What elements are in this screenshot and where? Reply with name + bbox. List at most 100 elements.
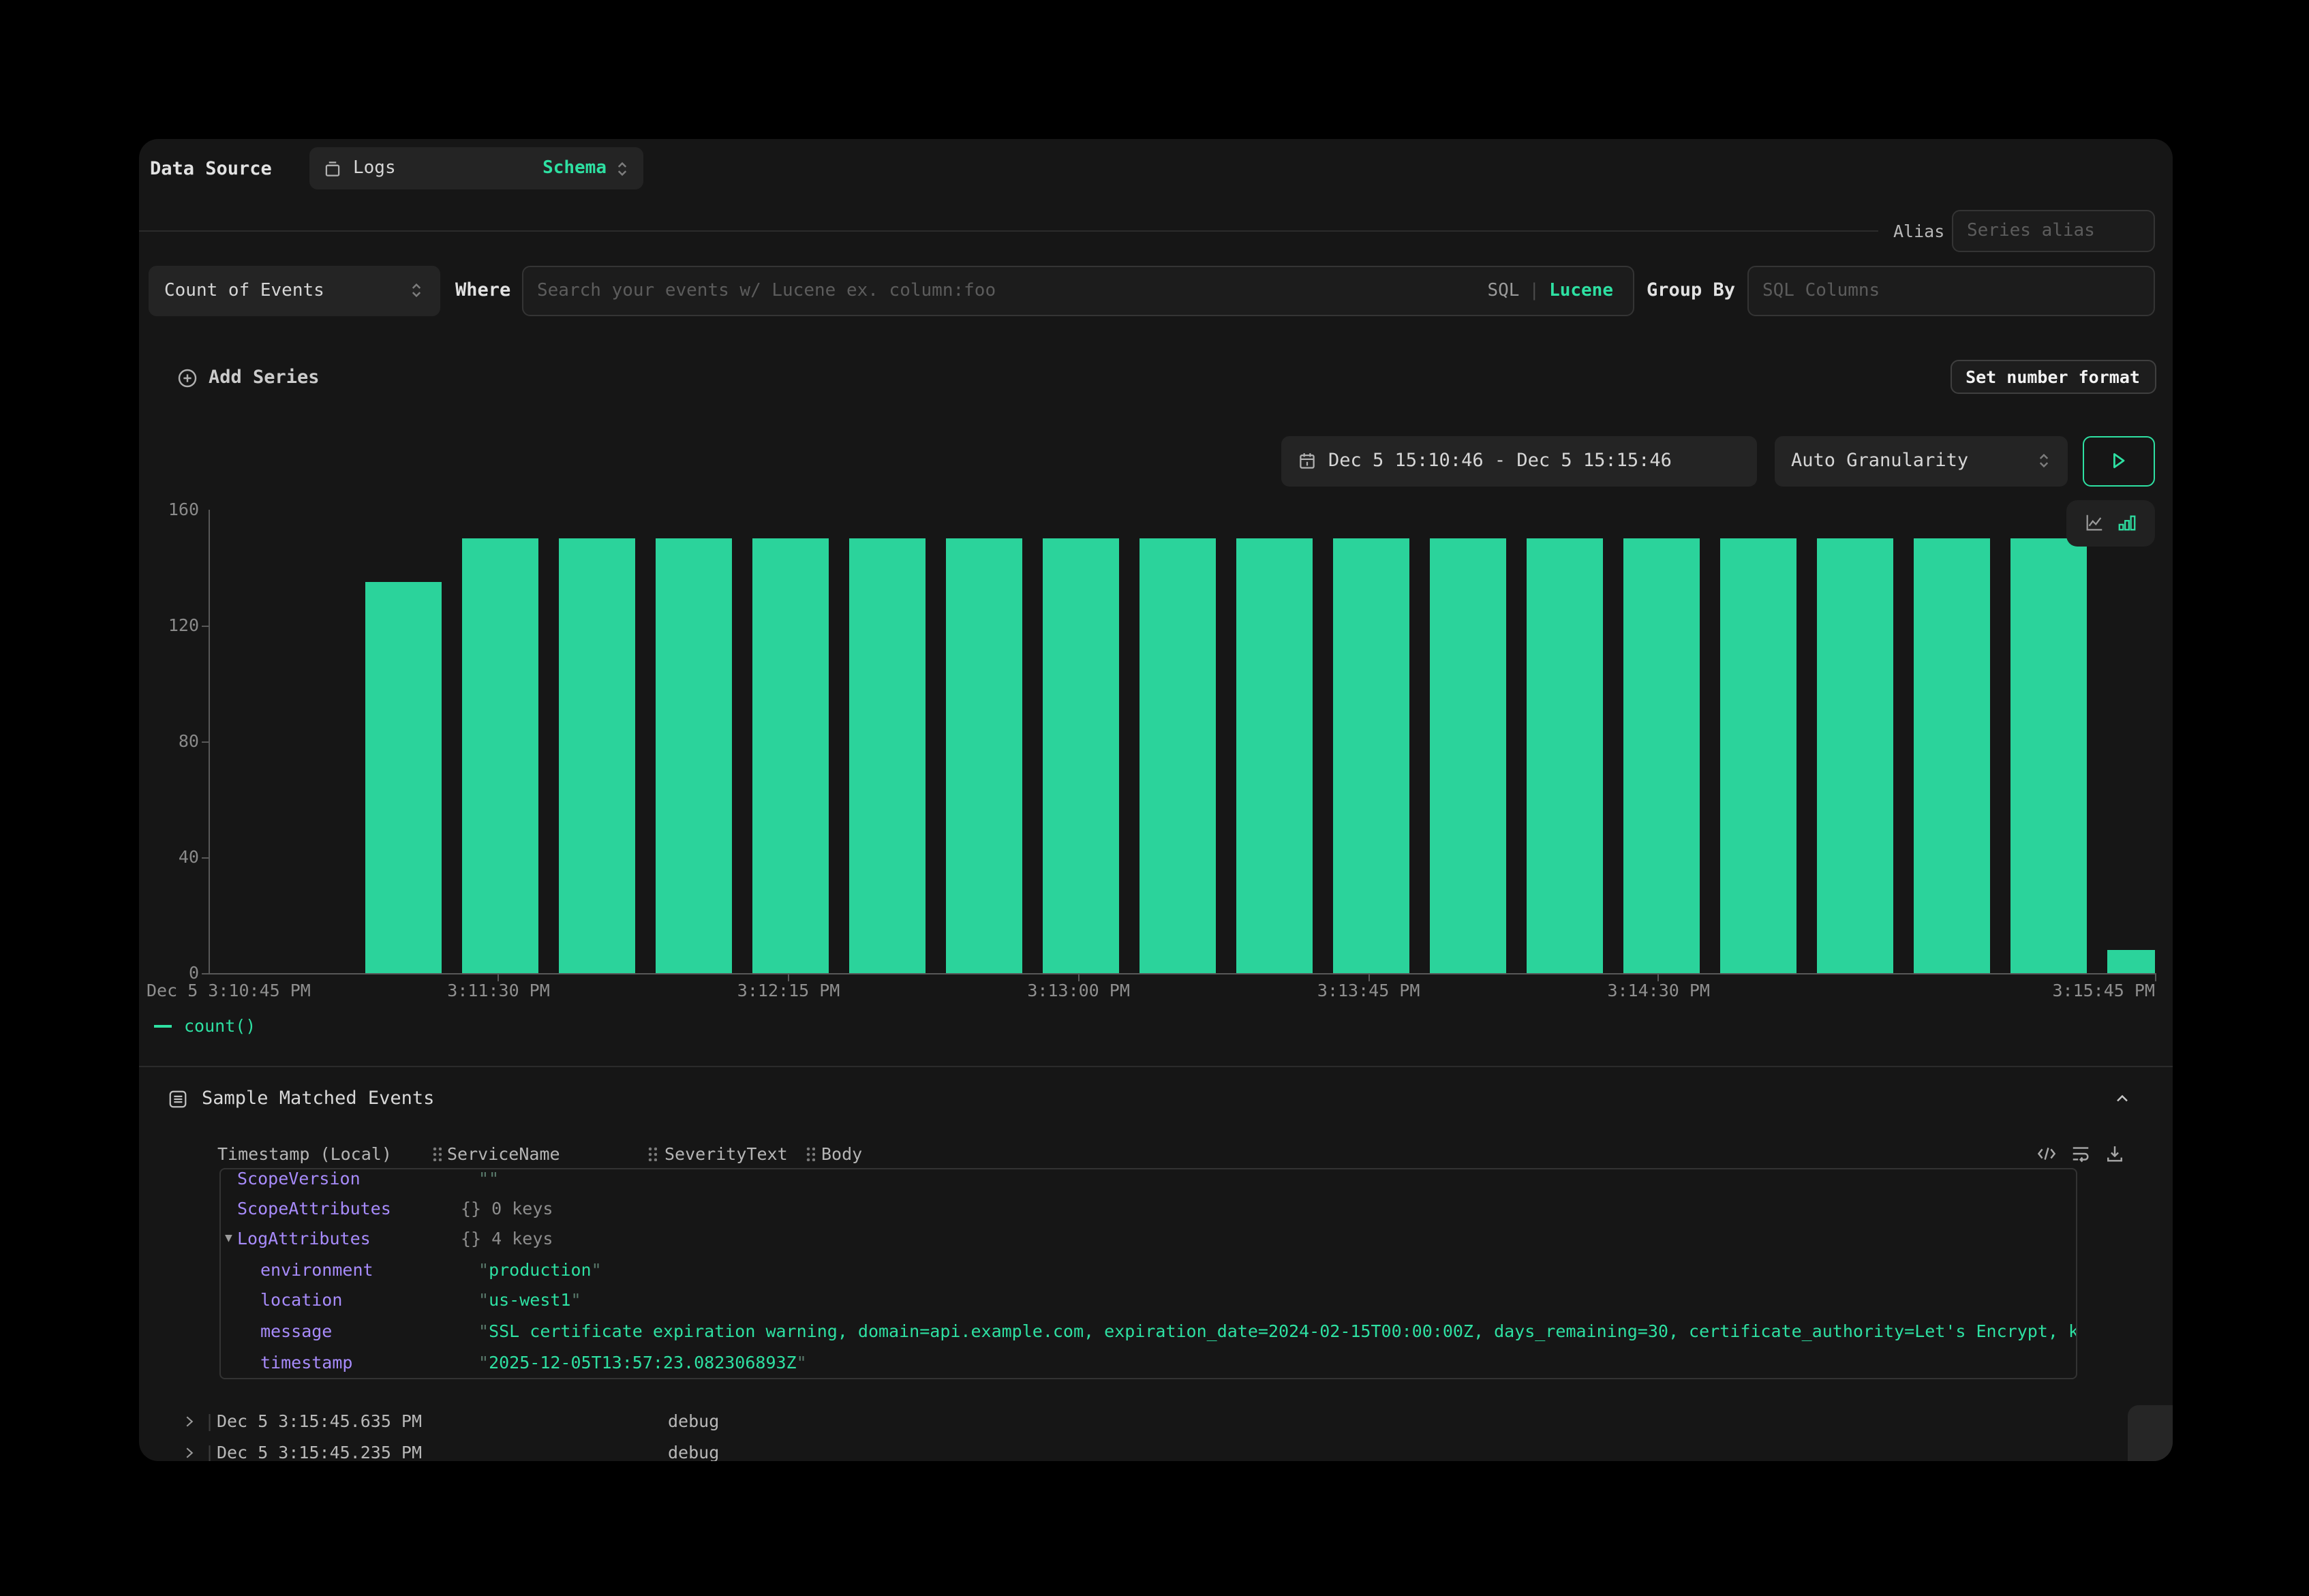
detail-value: {} 0 keys (461, 1195, 553, 1222)
alias-label: Alias (1893, 221, 1944, 241)
y-tick-label: 120 (139, 615, 199, 636)
lucene-toggle[interactable]: Lucene (1549, 280, 1613, 301)
scrollbar-thumb[interactable] (2128, 1405, 2173, 1461)
add-series-button[interactable]: Add Series (177, 367, 320, 388)
x-tick-label: 3:13:00 PM (1027, 980, 1130, 1002)
chart-type-toggle (2066, 500, 2155, 546)
chart-bar[interactable] (1042, 538, 1118, 973)
set-number-format-button[interactable]: Set number format (1950, 360, 2156, 394)
y-tick-label: 80 (139, 731, 199, 752)
list-icon (168, 1089, 188, 1109)
granularity-value: Auto Granularity (1791, 450, 1968, 472)
line-chart-icon[interactable] (2084, 513, 2105, 534)
detail-row: ScopeVersion "" (221, 1168, 2076, 1192)
main-panel: Data Source Logs Schema Alias Count of E… (139, 139, 2173, 1461)
drag-grip-icon[interactable] (432, 1146, 442, 1161)
granularity-select[interactable]: Auto Granularity (1775, 435, 2068, 486)
event-timestamp: Dec 5 3:15:45.635 PM (217, 1408, 422, 1435)
legend-label: count() (184, 1015, 256, 1036)
chart-bar[interactable] (848, 538, 925, 973)
event-row[interactable]: | Dec 5 3:15:45.235 PM debug (139, 1439, 2173, 1461)
detail-row: message "SSL certificate expiration warn… (221, 1317, 2076, 1345)
column-header-severitytext[interactable]: SeverityText (664, 1144, 788, 1164)
sql-toggle[interactable]: SQL (1487, 280, 1519, 301)
x-tick-label: 3:15:45 PM (2052, 980, 2155, 1002)
detail-row: location "us-west1" (221, 1287, 2076, 1314)
chart-bar[interactable] (2010, 538, 2086, 973)
chart-bar[interactable] (365, 582, 441, 973)
detail-key: ScopeAttributes (237, 1195, 391, 1222)
y-tick-label: 40 (139, 846, 199, 868)
event-row[interactable]: | Dec 5 3:15:45.635 PM debug (139, 1408, 2173, 1435)
detail-value: "2025-12-05T13:57:23.082306893Z" (478, 1349, 807, 1376)
drag-grip-icon[interactable] (647, 1146, 657, 1161)
search-input-box: SQL | Lucene (522, 265, 1634, 316)
detail-row: ScopeAttributes {} 0 keys (221, 1195, 2076, 1222)
detail-row: environment "production" (221, 1256, 2076, 1283)
chart-bar[interactable] (1236, 538, 1312, 973)
column-header-servicename[interactable]: ServiceName (447, 1144, 560, 1164)
chart-bar[interactable] (1816, 538, 1893, 973)
group-by-input-box (1747, 265, 2155, 316)
plus-circle-icon (177, 367, 198, 388)
chart-bars[interactable] (209, 510, 2155, 973)
data-source-select[interactable]: Logs Schema (309, 147, 643, 189)
wrap-text-icon[interactable] (2070, 1144, 2091, 1164)
chart-bar[interactable] (461, 538, 538, 973)
stage: Data Source Logs Schema Alias Count of E… (0, 0, 2309, 1596)
chart-bar[interactable] (1429, 538, 1505, 973)
alias-input[interactable] (1953, 221, 2154, 241)
detail-value: {} 4 keys (461, 1225, 553, 1253)
chevron-right-icon[interactable] (181, 1439, 198, 1461)
time-range-value: Dec 5 15:10:46 - Dec 5 15:15:46 (1328, 450, 1672, 472)
chart-bar[interactable] (1913, 538, 1989, 973)
chevron-updown-icon (2036, 451, 2051, 470)
search-input[interactable] (523, 280, 1487, 301)
chart-bar[interactable] (2107, 950, 2155, 973)
group-by-input[interactable] (1749, 280, 2154, 301)
chart-bar[interactable] (558, 538, 634, 973)
code-icon[interactable] (2036, 1144, 2057, 1164)
detail-row[interactable]: ▼ LogAttributes {} 4 keys (221, 1225, 2076, 1253)
events-section-title: Sample Matched Events (202, 1088, 434, 1109)
toggle-separator: | (1529, 280, 1540, 301)
chart-x-axis-line (209, 973, 2155, 975)
column-header-body[interactable]: Body (821, 1144, 862, 1164)
detail-key: location (260, 1287, 342, 1314)
chart-bar[interactable] (945, 538, 1022, 973)
expand-arrow-icon[interactable]: ▼ (225, 1225, 232, 1253)
where-label: Where (455, 279, 510, 301)
database-icon (323, 159, 342, 178)
detail-key: timestamp (260, 1349, 352, 1376)
header-divider (139, 230, 1878, 232)
time-range-picker[interactable]: Dec 5 15:10:46 - Dec 5 15:15:46 (1281, 435, 1757, 486)
event-severity: debug (668, 1408, 719, 1435)
run-query-button[interactable] (2082, 435, 2155, 486)
data-source-value: Logs (353, 158, 396, 179)
y-tick-label: 160 (139, 499, 199, 521)
chart-bar[interactable] (1719, 538, 1796, 973)
y-tick-mark (202, 857, 209, 859)
aggregation-select[interactable]: Count of Events (148, 265, 440, 316)
chart-bar[interactable] (1623, 538, 1699, 973)
chevron-right-icon[interactable] (181, 1408, 198, 1438)
chart-bar[interactable] (1526, 538, 1602, 973)
chart-bar[interactable] (655, 538, 731, 973)
collapse-chevron-icon[interactable] (2113, 1089, 2132, 1108)
chevron-updown-icon (409, 281, 424, 300)
x-tick-label: 3:13:45 PM (1317, 980, 1420, 1002)
chart-bar[interactable] (1139, 538, 1215, 973)
bar-chart-icon[interactable] (2117, 513, 2137, 534)
event-severity: debug (668, 1439, 719, 1461)
detail-key: LogAttributes (237, 1225, 371, 1253)
download-icon[interactable] (2105, 1144, 2125, 1164)
section-divider (139, 1066, 2173, 1067)
chart-bar[interactable] (752, 538, 828, 973)
event-detail-panel: ScopeVersion "" ScopeAttributes {} 0 key… (219, 1168, 2077, 1379)
column-header-timestamp[interactable]: Timestamp (Local) (217, 1144, 392, 1164)
chart-bar[interactable] (1332, 538, 1409, 973)
drag-grip-icon[interactable] (806, 1146, 815, 1161)
detail-key: environment (260, 1256, 373, 1283)
schema-toggle[interactable]: Schema (542, 158, 607, 179)
detail-value: "us-west1" (478, 1287, 581, 1314)
